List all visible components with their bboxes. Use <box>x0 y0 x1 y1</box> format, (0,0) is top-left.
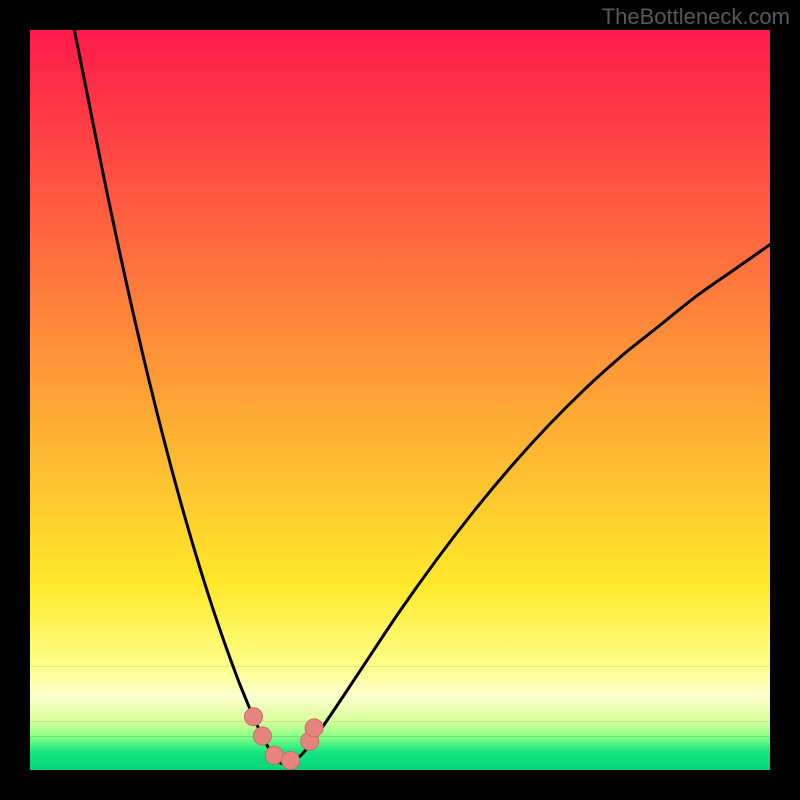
gradient-band <box>30 30 770 585</box>
gradient-band <box>30 696 770 722</box>
curve-marker <box>253 727 271 745</box>
watermark: TheBottleneck.com <box>602 4 790 30</box>
chart-svg <box>30 30 770 770</box>
gradient-band <box>30 737 770 752</box>
curve-marker <box>265 746 283 764</box>
gradient-band <box>30 722 770 737</box>
gradient-band <box>30 666 770 696</box>
plot-area <box>30 30 770 770</box>
curve-marker <box>281 751 299 769</box>
chart-frame: TheBottleneck.com <box>0 0 800 800</box>
gradient-band <box>30 752 770 771</box>
curve-marker <box>305 719 323 737</box>
curve-marker <box>244 708 262 726</box>
gradient-band <box>30 585 770 666</box>
